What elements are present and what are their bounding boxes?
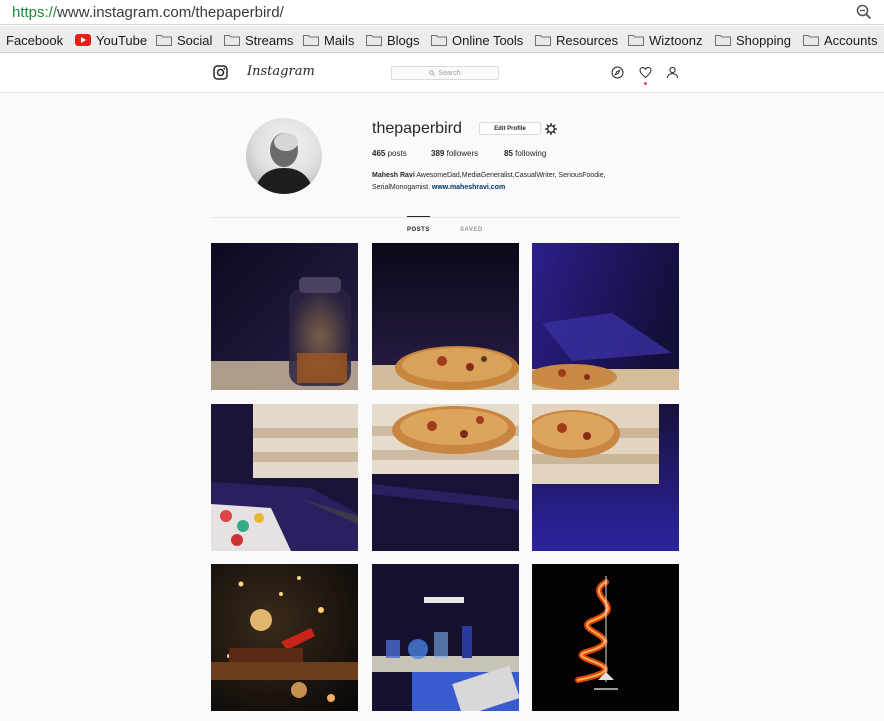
following-stat[interactable]: 85 following xyxy=(504,149,546,158)
followers-count: 389 xyxy=(431,149,445,158)
folder-icon xyxy=(224,35,240,46)
bio-website-link[interactable]: www.maheshravi.com xyxy=(432,184,505,191)
search-placeholder: Search xyxy=(438,69,461,77)
folder-icon xyxy=(535,35,551,46)
compass-icon[interactable] xyxy=(611,66,624,79)
post-thumbnail[interactable] xyxy=(211,243,358,390)
posts-count: 465 xyxy=(372,149,386,158)
bookmark-folder-resources[interactable]: Resources xyxy=(535,31,618,49)
bookmark-folder-social[interactable]: Social xyxy=(156,31,212,49)
post-thumbnail[interactable] xyxy=(211,564,358,711)
url-path: www.instagram.com/thepaperbird/ xyxy=(57,4,284,21)
bookmark-youtube[interactable]: YouTube xyxy=(75,31,147,49)
post-thumbnail[interactable] xyxy=(372,404,519,551)
folder-icon xyxy=(366,35,382,46)
folder-icon xyxy=(803,35,819,46)
bookmark-label: Shopping xyxy=(736,32,791,48)
bookmark-folder-wiztoonz[interactable]: Wiztoonz xyxy=(628,31,702,49)
post-thumbnail[interactable] xyxy=(372,564,519,711)
search-icon xyxy=(429,70,436,76)
bookmark-label: Mails xyxy=(324,32,355,48)
bookmark-label: Resources xyxy=(556,32,619,48)
heart-icon[interactable] xyxy=(639,66,652,79)
search-input[interactable]: Search xyxy=(391,66,499,80)
url-text[interactable]: https://www.instagram.com/thepaperbird/ xyxy=(12,4,284,21)
gear-icon[interactable] xyxy=(545,123,557,135)
bookmark-label: Wiztoonz xyxy=(649,32,703,48)
bookmark-facebook[interactable]: Facebook xyxy=(6,31,63,49)
address-bar[interactable]: https://www.instagram.com/thepaperbird/ xyxy=(0,0,884,25)
bookmark-label: Social xyxy=(177,32,213,48)
tabs-divider xyxy=(211,217,679,218)
bookmarks-bar: Facebook YouTube Social Streams Mails Bl… xyxy=(0,26,884,53)
active-tab-indicator xyxy=(407,216,430,217)
zoom-out-icon[interactable] xyxy=(856,4,872,20)
tab-saved[interactable]: SAVED xyxy=(460,227,483,233)
bookmark-label: Facebook xyxy=(6,32,64,48)
folder-icon xyxy=(156,35,172,46)
bookmark-label: YouTube xyxy=(96,32,148,48)
post-thumbnail[interactable] xyxy=(211,404,358,551)
bookmark-folder-mails[interactable]: Mails xyxy=(303,31,354,49)
profile-bio: Mahesh Ravi AwesomeDad,MediaGeneralist,C… xyxy=(372,170,672,194)
folder-icon xyxy=(628,35,644,46)
bookmark-folder-shopping[interactable]: Shopping xyxy=(715,31,791,49)
post-thumbnail[interactable] xyxy=(532,243,679,390)
tab-posts[interactable]: POSTS xyxy=(407,227,430,233)
posts-label: posts xyxy=(387,149,407,158)
edit-profile-button[interactable]: Edit Profile xyxy=(479,122,541,135)
instagram-wordmark[interactable]: Instagram xyxy=(247,64,315,79)
youtube-icon xyxy=(75,34,91,46)
bio-name: Mahesh Ravi xyxy=(372,172,415,179)
avatar[interactable] xyxy=(246,118,322,194)
post-thumbnail[interactable] xyxy=(372,243,519,390)
following-label: following xyxy=(515,149,547,158)
profile-username: thepaperbird xyxy=(372,120,462,137)
followers-stat[interactable]: 389 followers xyxy=(431,149,478,158)
folder-icon xyxy=(303,35,319,46)
bookmark-label: Blogs xyxy=(387,32,420,48)
bookmark-label: Online Tools xyxy=(452,32,524,48)
person-icon[interactable] xyxy=(666,66,679,79)
camera-logo-icon[interactable] xyxy=(213,65,228,80)
post-thumbnail[interactable] xyxy=(532,404,679,551)
bookmark-folder-accounts[interactable]: Accounts xyxy=(803,31,877,49)
notification-dot xyxy=(644,82,647,85)
following-count: 85 xyxy=(504,149,513,158)
followers-label: followers xyxy=(446,149,479,158)
bookmark-folder-streams[interactable]: Streams xyxy=(224,31,293,49)
posts-stat: 465 posts xyxy=(372,149,407,158)
bio-text-line-1: AwesomeDad,MediaGeneralist,CasualWriter,… xyxy=(416,172,606,179)
folder-icon xyxy=(715,35,731,46)
folder-icon xyxy=(431,35,447,46)
bookmark-folder-online-tools[interactable]: Online Tools xyxy=(431,31,523,49)
post-thumbnail[interactable] xyxy=(532,564,679,711)
bookmark-folder-blogs[interactable]: Blogs xyxy=(366,31,420,49)
url-scheme: https:// xyxy=(12,4,58,21)
bookmark-label: Streams xyxy=(245,32,294,48)
bio-text-line-2: SerialMonogamist. xyxy=(372,184,430,191)
bookmark-label: Accounts xyxy=(824,32,878,48)
